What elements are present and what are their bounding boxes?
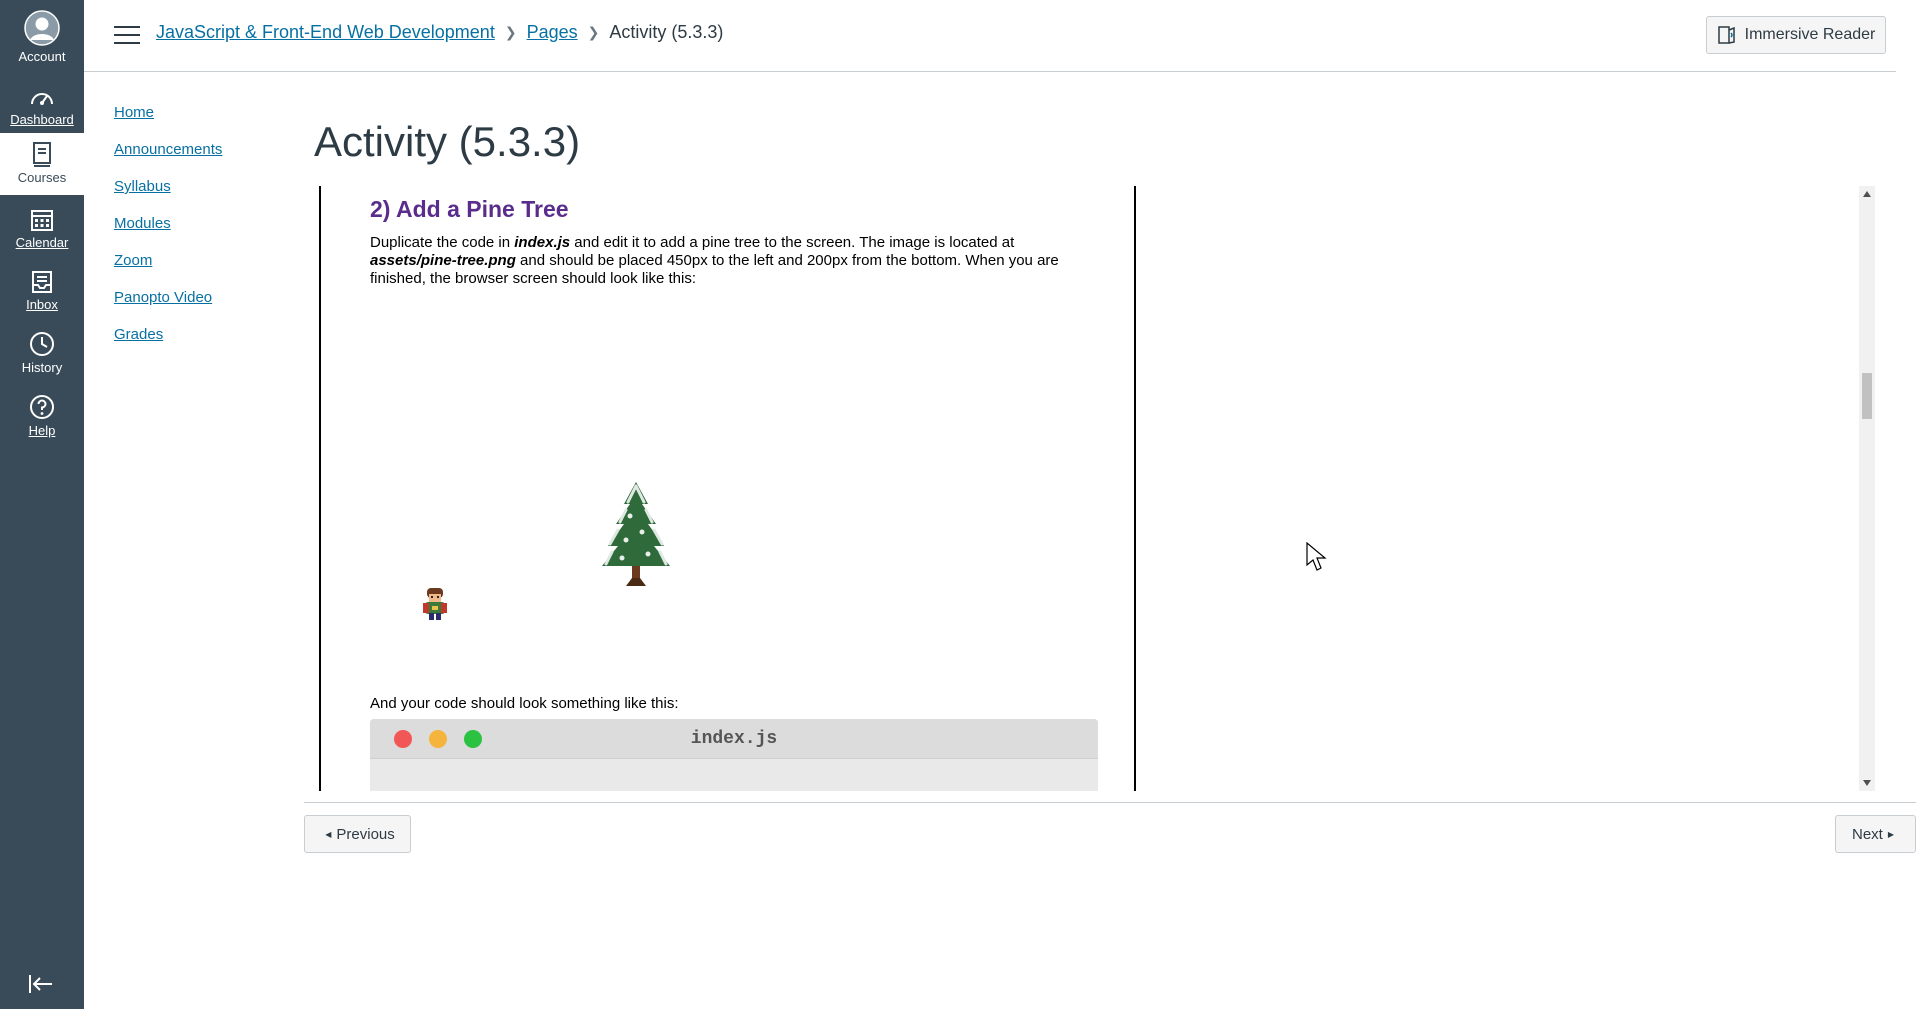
scroll-down-arrow-icon[interactable] — [1859, 777, 1875, 789]
divider — [319, 186, 321, 791]
breadcrumb-course-link[interactable]: JavaScript & Front-End Web Development — [156, 22, 495, 43]
scroll-up-arrow-icon[interactable] — [1859, 188, 1875, 200]
nav-history[interactable]: History — [0, 323, 84, 385]
immersive-reader-icon — [1717, 26, 1735, 44]
browser-preview — [370, 296, 1098, 791]
nav-help[interactable]: Help — [0, 386, 84, 448]
footer-divider — [304, 802, 1916, 803]
caret-right-icon: ▶ — [1887, 829, 1894, 839]
history-icon — [29, 323, 55, 357]
immersive-reader-button[interactable]: Immersive Reader — [1706, 16, 1886, 54]
nav-calendar[interactable]: Calendar — [0, 198, 84, 260]
nav-inbox-label: Inbox — [26, 297, 58, 312]
course-nav-modules[interactable]: Modules — [114, 214, 222, 251]
courses-icon — [31, 133, 53, 167]
course-navigation: Home Announcements Syllabus Modules Zoom… — [114, 103, 222, 362]
nav-account[interactable]: Account — [0, 6, 84, 68]
nav-history-label: History — [21, 360, 63, 375]
calendar-icon — [30, 198, 54, 232]
collapse-nav-icon[interactable] — [26, 972, 58, 998]
section-heading: 2) Add a Pine Tree — [370, 196, 569, 222]
account-icon — [24, 6, 60, 46]
previous-label: Previous — [336, 825, 395, 843]
nav-courses-label: Courses — [17, 170, 67, 185]
divider — [1134, 186, 1136, 791]
nav-dashboard-label: Dashboard — [10, 112, 74, 127]
content-iframe: 2) Add a Pine Tree Duplicate the code in… — [319, 186, 1877, 791]
nav-account-label: Account — [18, 49, 66, 64]
code-intro-text: And your code should look something like… — [370, 695, 679, 712]
course-nav-panopto-video[interactable]: Panopto Video — [114, 288, 222, 325]
nav-courses[interactable]: Courses — [0, 133, 84, 195]
character-sprite — [420, 586, 450, 627]
caret-left-icon: ◀ — [325, 829, 332, 839]
next-label: Next — [1852, 825, 1883, 843]
code-filename: index.js — [690, 729, 778, 749]
global-navigation: Account Dashboard Courses Calendar Inbox… — [0, 0, 84, 1009]
nav-dashboard[interactable]: Dashboard — [0, 75, 84, 137]
code-window-titlebar: index.js — [370, 719, 1098, 759]
chevron-right-icon: ❯ — [587, 24, 600, 40]
course-nav-grades[interactable]: Grades — [114, 325, 222, 362]
nav-inbox[interactable]: Inbox — [0, 260, 84, 322]
nav-help-label: Help — [28, 423, 56, 438]
course-nav-home[interactable]: Home — [114, 103, 222, 140]
pine-tree-image — [596, 480, 676, 595]
content-scrollbar[interactable] — [1859, 186, 1875, 791]
breadcrumb: JavaScript & Front-End Web Development ❯… — [156, 22, 723, 43]
course-nav-announcements[interactable]: Announcements — [114, 140, 222, 177]
mouse-pointer-icon — [1306, 541, 1328, 577]
inbox-icon — [30, 260, 54, 294]
immersive-reader-label: Immersive Reader — [1744, 26, 1876, 43]
code-window: index.js — [370, 719, 1098, 791]
page-header: JavaScript & Front-End Web Development ❯… — [84, 0, 1896, 72]
help-icon — [29, 386, 55, 420]
course-nav-syllabus[interactable]: Syllabus — [114, 177, 222, 214]
filename-pine-tree: assets/pine-tree.png — [370, 252, 516, 269]
page-title: Activity (5.3.3) — [314, 118, 581, 165]
scrollbar-thumb[interactable] — [1862, 373, 1872, 419]
instructions-text: Duplicate the code in index.js and edit … — [370, 234, 1059, 287]
previous-button[interactable]: ◀ Previous — [304, 815, 411, 853]
filename-index-js: index.js — [514, 234, 571, 251]
nav-calendar-label: Calendar — [15, 235, 69, 250]
dashboard-icon — [29, 75, 55, 109]
chevron-right-icon: ❯ — [504, 24, 517, 40]
hamburger-menu-icon[interactable] — [114, 26, 140, 46]
breadcrumb-current: Activity (5.3.3) — [609, 22, 724, 42]
next-button[interactable]: Next ▶ — [1835, 815, 1916, 853]
breadcrumb-pages-link[interactable]: Pages — [527, 22, 578, 43]
course-nav-zoom[interactable]: Zoom — [114, 251, 222, 288]
